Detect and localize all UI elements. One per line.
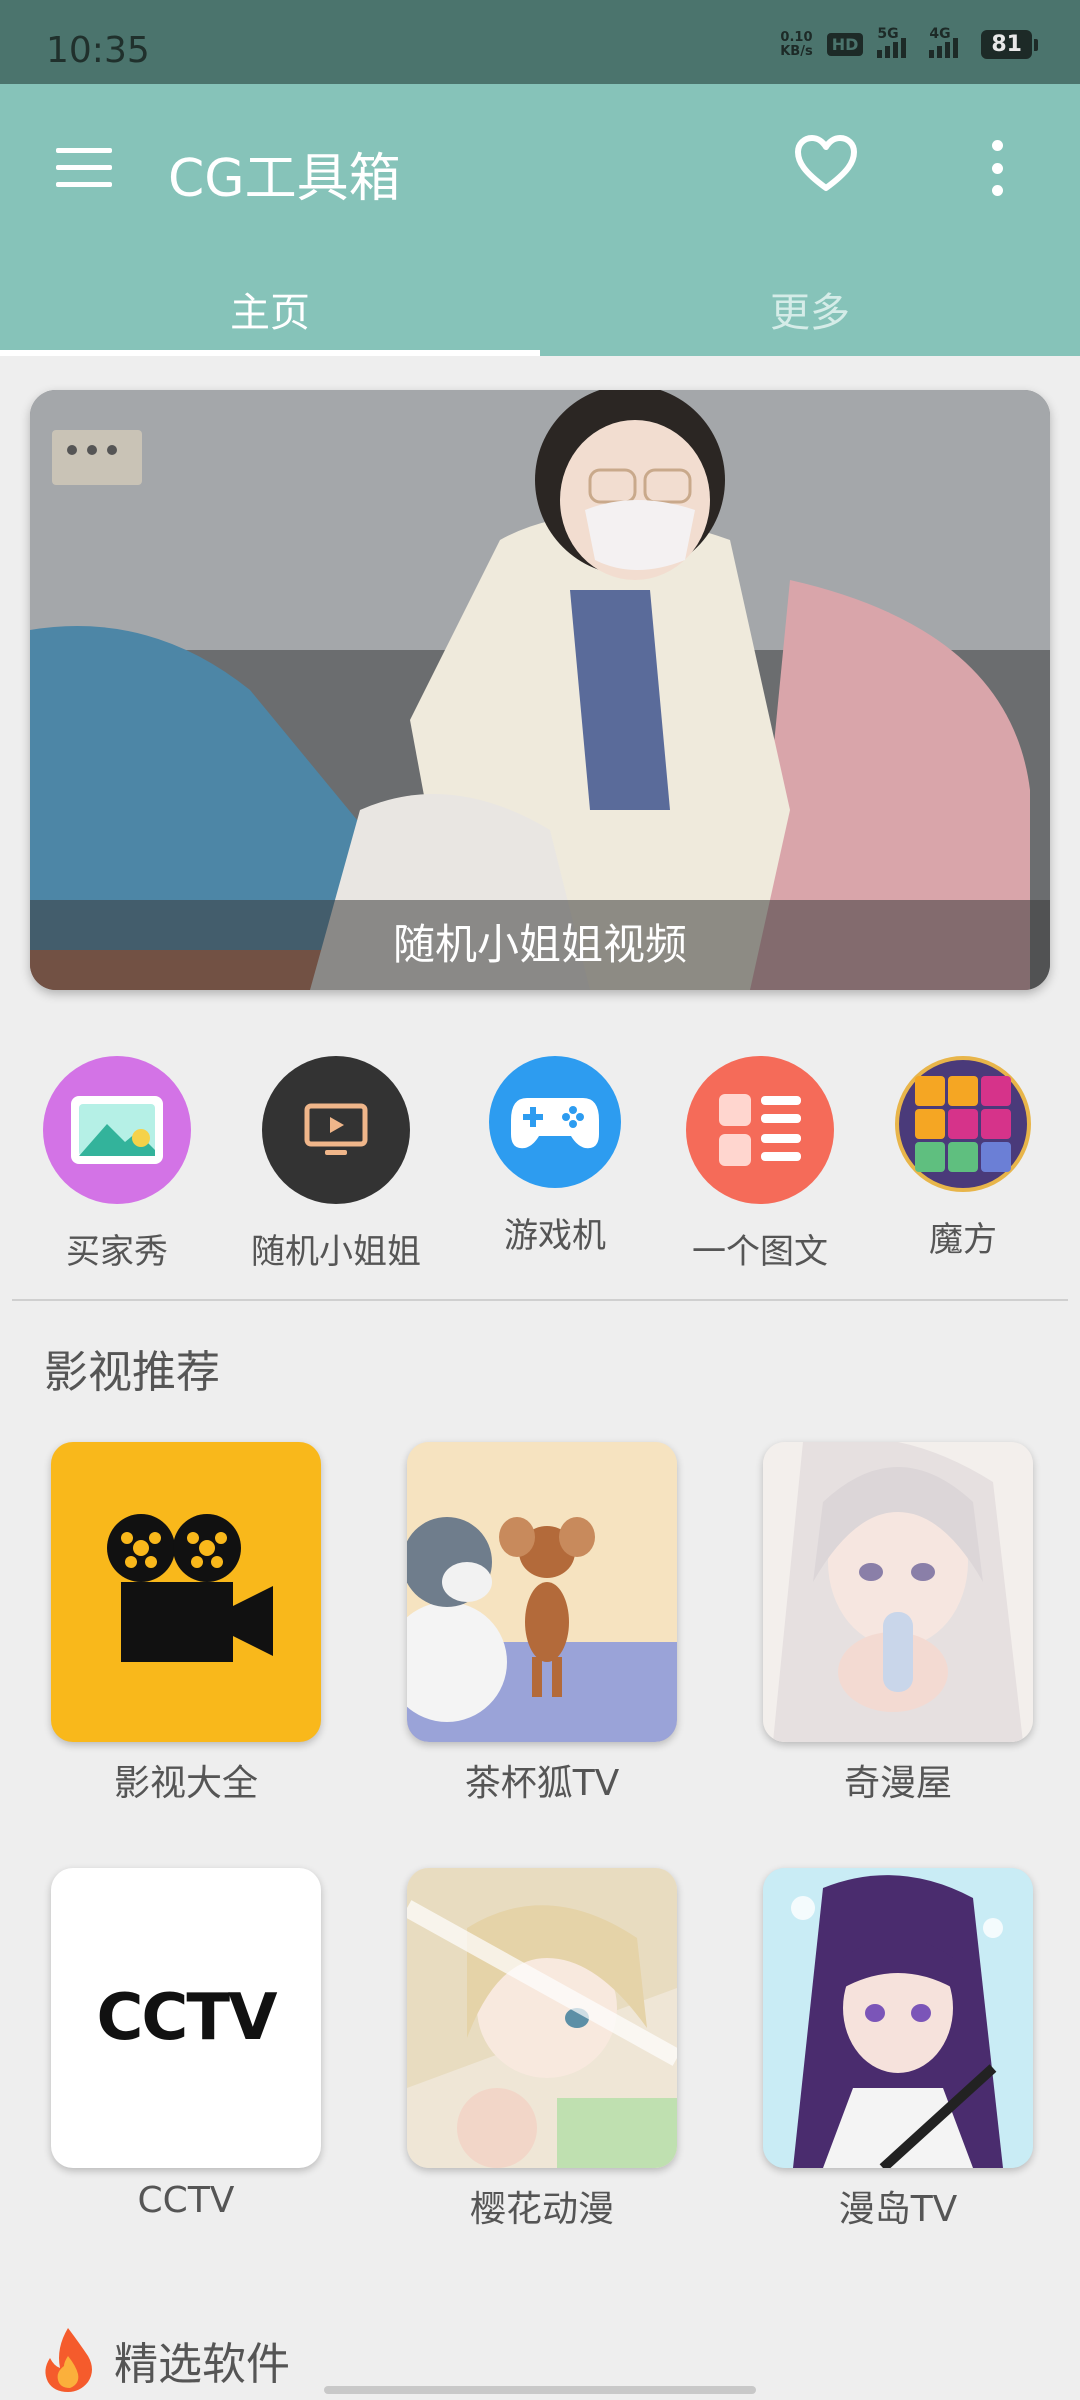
status-time: 10:35 [46, 30, 150, 71]
status-icons: 0.10 KB/s HD 5G 4G 81 [780, 26, 1038, 59]
anime-thumbnail [407, 1868, 677, 2168]
gamepad-icon [489, 1056, 621, 1188]
banner-caption: 随机小姐姐视频 [30, 900, 1050, 990]
app-title: CG工具箱 [168, 149, 401, 209]
tile-sakura-anime[interactable]: 樱花动漫 [407, 1868, 677, 2232]
signal-4g-icon: 4G [929, 26, 967, 58]
quick-item-buyer-show[interactable]: 买家秀 [42, 1056, 192, 1273]
anime-thumbnail [763, 1868, 1033, 2168]
article-list-icon [686, 1056, 834, 1204]
quick-item-random-girl[interactable]: 随机小姐姐 [246, 1056, 426, 1273]
cctv-logo: CCTV [51, 1868, 321, 2168]
net-speed: 0.10 KB/s [780, 29, 813, 59]
quick-item-game-console[interactable]: 游戏机 [480, 1056, 630, 1257]
hd-badge: HD [826, 33, 864, 56]
video-banner[interactable]: 随机小姐姐视频 [30, 390, 1050, 990]
quick-item-rubiks-cube[interactable]: 魔方 [888, 1056, 1038, 1261]
anime-thumbnail [763, 1442, 1033, 1742]
tile-chabeihu-tv[interactable]: 茶杯狐TV [407, 1442, 677, 1806]
quick-actions: 买家秀 随机小姐姐 游戏机 一个图文 魔方 [0, 1056, 1080, 1276]
more-options-icon[interactable] [980, 140, 1014, 196]
tv-icon [262, 1056, 410, 1204]
quick-item-article[interactable]: 一个图文 [680, 1056, 840, 1273]
tab-home[interactable]: 主页 [0, 280, 540, 338]
tile-qimanwu[interactable]: 奇漫屋 [763, 1442, 1033, 1806]
app-bar: CG工具箱 主页 更多 [0, 84, 1080, 356]
featured-section-header: 精选软件 [40, 2326, 290, 2394]
cartoon-thumbnail [407, 1442, 677, 1742]
tile-video-collection[interactable]: 影视大全 [51, 1442, 321, 1806]
signal-5g-icon: 5G [877, 26, 915, 58]
picture-icon [43, 1056, 191, 1204]
tile-mandao-tv[interactable]: 漫岛TV [763, 1868, 1033, 2232]
home-indicator[interactable] [324, 2386, 756, 2394]
cube-icon [895, 1056, 1031, 1192]
hamburger-menu-icon[interactable] [56, 148, 112, 188]
film-camera-icon [51, 1442, 321, 1742]
section-divider [12, 1299, 1068, 1301]
tab-indicator [0, 350, 540, 356]
battery-icon: 81 [981, 30, 1038, 59]
tile-cctv[interactable]: CCTV CCTV [51, 1868, 321, 2221]
tab-more[interactable]: 更多 [540, 280, 1080, 338]
status-bar: 10:35 0.10 KB/s HD 5G 4G 81 [0, 0, 1080, 84]
flame-icon [45, 2328, 92, 2392]
section-title-video: 影视推荐 [44, 1347, 220, 1398]
heart-icon[interactable] [794, 134, 858, 194]
